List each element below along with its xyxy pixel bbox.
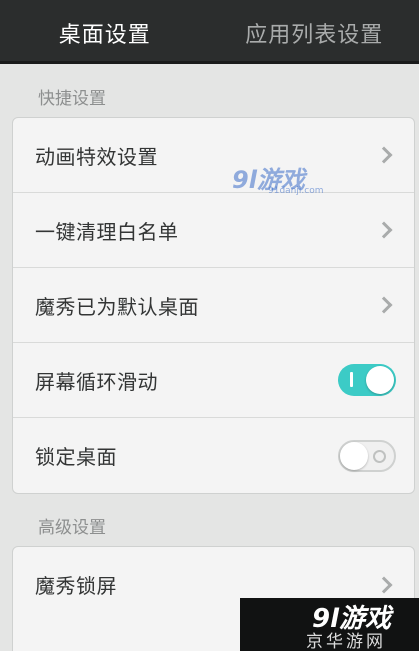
chevron-right-icon (375, 221, 393, 239)
lock-desktop-toggle[interactable] (338, 439, 396, 472)
row-label: 魔秀锁屏 (35, 574, 117, 598)
row-lock-desktop: 锁定桌面 (13, 418, 414, 493)
row-label: 锁定桌面 (35, 445, 117, 469)
row-screen-loop-scroll: 屏幕循环滑动 (13, 343, 414, 418)
quick-settings-card: 动画特效设置 一键清理白名单 魔秀已为默认桌面 屏幕循环滑动 锁定桌面 (12, 117, 415, 494)
row-label: 屏幕循环滑动 (35, 369, 158, 394)
tab-app-list-settings[interactable]: 应用列表设置 (210, 0, 419, 61)
watermark-site: 91danji.com (268, 186, 324, 196)
corner-watermark-text: 京华游网 (306, 632, 386, 651)
section-label-advanced-settings: 高级设置 (38, 518, 106, 538)
tab-desktop-settings[interactable]: 桌面设置 (0, 0, 210, 61)
row-default-desktop[interactable]: 魔秀已为默认桌面 (13, 268, 414, 343)
row-label: 动画特效设置 (35, 144, 158, 169)
row-cleanup-whitelist[interactable]: 一键清理白名单 (13, 193, 414, 268)
on-indicator-icon (350, 372, 353, 387)
tab-bar: 桌面设置 应用列表设置 (0, 0, 419, 64)
row-label: 魔秀已为默认桌面 (35, 294, 199, 319)
row-animation-effects[interactable]: 动画特效设置 (13, 118, 414, 193)
toggle-knob (340, 441, 368, 470)
chevron-right-icon (375, 296, 393, 314)
off-indicator-icon (373, 449, 386, 463)
chevron-right-icon (375, 576, 393, 593)
chevron-right-icon (375, 146, 393, 164)
section-label-quick-settings: 快捷设置 (38, 89, 106, 109)
toggle-knob (366, 366, 394, 394)
row-label: 一键清理白名单 (35, 219, 179, 244)
screen-loop-toggle[interactable] (338, 364, 396, 396)
